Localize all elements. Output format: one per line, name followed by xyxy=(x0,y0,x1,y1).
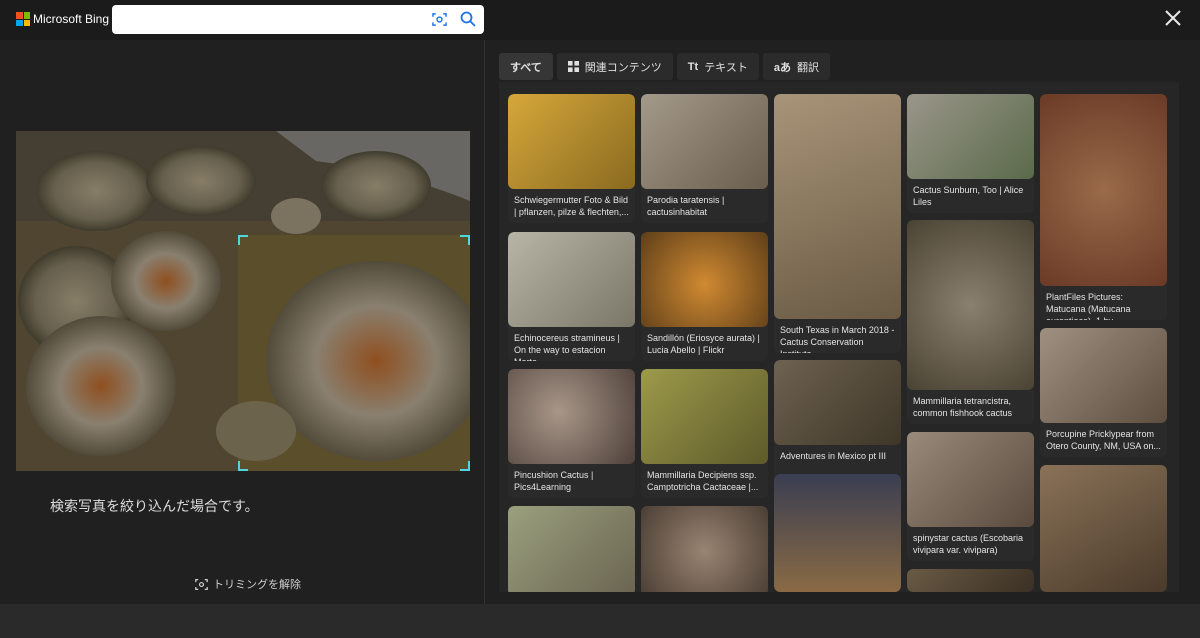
result-thumbnail xyxy=(508,506,635,592)
result-title: Cactus Sunburn, Too | Alice Liles xyxy=(913,185,1024,207)
result-card[interactable]: Echinocereus stramineus | On the way to … xyxy=(508,232,635,361)
result-title: South Texas in March 2018 - Cactus Conse… xyxy=(780,325,895,353)
result-thumbnail xyxy=(1040,328,1167,423)
result-thumbnail xyxy=(907,94,1034,179)
result-title: Pincushion Cactus | Pics4Learning xyxy=(514,470,594,492)
result-title: Echinocereus stramineus | On the way to … xyxy=(514,333,620,361)
tab-translate[interactable]: aあ 翻訳 xyxy=(762,53,830,80)
bottom-bar xyxy=(0,604,1200,638)
result-card[interactable]: Adventures in Mexico pt III xyxy=(774,360,901,479)
translate-icon: aあ xyxy=(773,61,791,74)
reset-crop-button[interactable]: トリミングを解除 xyxy=(195,576,301,592)
image-caption: 検索写真を絞り込んだ場合です。 xyxy=(50,499,259,515)
tab-text[interactable]: Tt テキスト xyxy=(676,53,759,80)
result-card[interactable] xyxy=(508,506,635,592)
crop-icon xyxy=(195,578,208,590)
tab-label: 翻訳 xyxy=(796,61,819,74)
crop-selection[interactable] xyxy=(238,235,470,471)
result-card[interactable]: Pincushion Cactus | Pics4Learning xyxy=(508,369,635,498)
result-thumbnail xyxy=(641,369,768,464)
result-card[interactable]: Mammillaria Decipiens ssp. Camptotricha … xyxy=(641,369,768,498)
text-icon: Tt xyxy=(687,60,699,73)
result-thumbnail xyxy=(774,94,901,319)
result-thumbnail xyxy=(774,360,901,445)
tab-all[interactable]: すべて xyxy=(499,53,553,80)
result-thumbnail xyxy=(508,369,635,464)
logo-text: Microsoft Bing xyxy=(33,12,110,26)
result-card[interactable]: spinystar cactus (Escobaria vivipara var… xyxy=(907,432,1034,561)
grid-icon xyxy=(567,61,579,72)
crop-handle-bottom-left[interactable] xyxy=(238,461,248,471)
result-card[interactable] xyxy=(774,474,901,592)
visual-search-icon[interactable] xyxy=(432,12,447,27)
result-thumbnail xyxy=(508,232,635,327)
result-thumbnail xyxy=(907,569,1034,592)
tab-label: 関連コンテンツ xyxy=(584,61,662,74)
close-icon[interactable] xyxy=(1163,8,1183,28)
tab-label: すべて xyxy=(510,61,542,74)
bing-logo[interactable]: Microsoft Bing xyxy=(16,12,109,26)
microsoft-logo-icon xyxy=(16,12,30,26)
search-icon[interactable] xyxy=(460,11,476,27)
crop-handle-bottom-right[interactable] xyxy=(460,461,470,471)
left-panel: 検索写真を絞り込んだ場合です。 トリミングを解除 xyxy=(0,40,484,604)
result-title: PlantFiles Pictures: Matucana (Matucana … xyxy=(1046,292,1131,320)
result-card[interactable]: Cactus Sunburn, Too | Alice Liles xyxy=(907,94,1034,213)
result-title: Schwiegermutter Foto & Bild | pflanzen, … xyxy=(514,195,629,217)
result-thumbnail xyxy=(641,232,768,327)
result-card[interactable]: Porcupine Pricklypear from Otero County,… xyxy=(1040,328,1167,457)
result-title: Sandillón (Eriosyce aurata) | Lucia Abel… xyxy=(647,333,760,355)
result-card[interactable]: Mammillaria tetrancistra, common fishhoo… xyxy=(907,220,1034,424)
result-title: Mammillaria Decipiens ssp. Camptotricha … xyxy=(647,470,759,492)
right-panel: すべて 関連コンテンツ Tt テキスト aあ 翻訳 Schwiegermutte… xyxy=(485,40,1200,604)
result-thumbnail xyxy=(508,94,635,189)
tab-related-content[interactable]: 関連コンテンツ xyxy=(556,53,673,80)
crop-handle-top-left[interactable] xyxy=(238,235,248,245)
result-card[interactable] xyxy=(1040,465,1167,592)
result-title: spinystar cactus (Escobaria vivipara var… xyxy=(913,533,1024,555)
result-thumbnail xyxy=(907,220,1034,390)
search-input[interactable] xyxy=(120,10,420,29)
result-tabs: すべて 関連コンテンツ Tt テキスト aあ 翻訳 xyxy=(499,53,830,80)
top-bar: Microsoft Bing xyxy=(0,0,1200,40)
result-card[interactable]: South Texas in March 2018 - Cactus Conse… xyxy=(774,94,901,353)
result-card[interactable] xyxy=(907,569,1034,592)
result-thumbnail xyxy=(1040,94,1167,286)
crop-handle-top-right[interactable] xyxy=(460,235,470,245)
result-card[interactable] xyxy=(641,506,768,592)
source-image xyxy=(16,131,470,471)
result-thumbnail xyxy=(774,474,901,592)
result-card[interactable]: Sandillón (Eriosyce aurata) | Lucia Abel… xyxy=(641,232,768,361)
search-box[interactable] xyxy=(112,5,484,34)
result-thumbnail xyxy=(907,432,1034,527)
result-thumbnail xyxy=(641,506,768,592)
results-grid: Schwiegermutter Foto & Bild | pflanzen, … xyxy=(499,82,1179,592)
result-title: Mammillaria tetrancistra, common fishhoo… xyxy=(913,396,1013,418)
result-title: Porcupine Pricklypear from Otero County,… xyxy=(1046,429,1161,451)
reset-crop-label: トリミングを解除 xyxy=(213,579,301,591)
result-card[interactable]: PlantFiles Pictures: Matucana (Matucana … xyxy=(1040,94,1167,320)
result-thumbnail xyxy=(641,94,768,189)
result-title: Parodia taratensis | cactusinhabitat xyxy=(647,195,725,217)
result-card[interactable]: Parodia taratensis | cactusinhabitat xyxy=(641,94,768,223)
result-card[interactable]: Schwiegermutter Foto & Bild | pflanzen, … xyxy=(508,94,635,223)
result-thumbnail xyxy=(1040,465,1167,592)
tab-label: テキスト xyxy=(704,61,748,74)
